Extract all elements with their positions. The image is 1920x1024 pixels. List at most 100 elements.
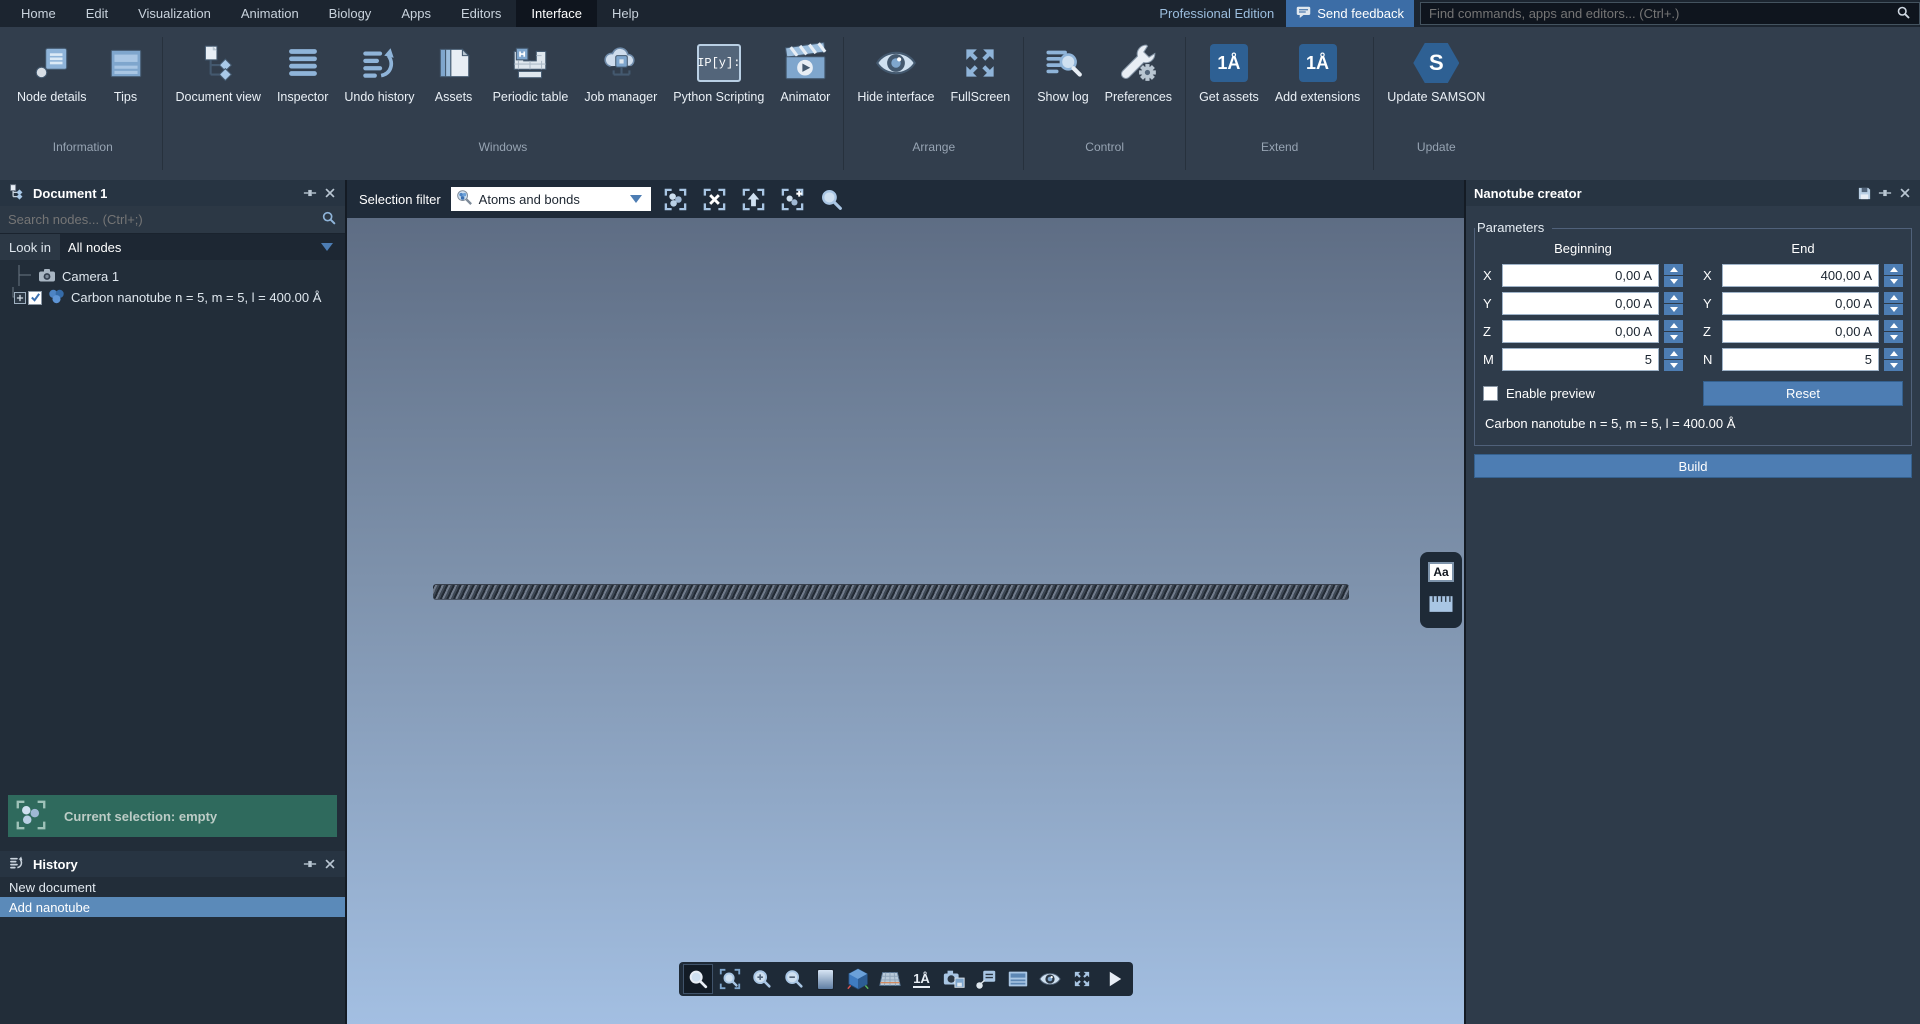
close-icon[interactable]: [323, 186, 337, 200]
spin-down-icon[interactable]: [1884, 360, 1903, 371]
spin-down-icon[interactable]: [1884, 304, 1903, 315]
carbon-nanotube-model[interactable]: [433, 584, 1349, 600]
menu-home[interactable]: Home: [6, 0, 71, 27]
spin-down-icon[interactable]: [1664, 304, 1683, 315]
begin-z-field[interactable]: [1502, 320, 1659, 343]
menu-help[interactable]: Help: [597, 0, 654, 27]
grid-plane-button[interactable]: [875, 964, 905, 994]
spin-up-icon[interactable]: [1664, 264, 1683, 275]
m-field[interactable]: [1502, 348, 1659, 371]
begin-y-field[interactable]: [1502, 292, 1659, 315]
history-item-add-nanotube[interactable]: Add nanotube: [0, 897, 345, 917]
find-button[interactable]: [817, 185, 846, 214]
python-scripting-button[interactable]: IP[y]: Python Scripting: [666, 39, 771, 106]
get-assets-button[interactable]: 1Å Get assets: [1192, 39, 1266, 106]
select-all-button[interactable]: [661, 185, 690, 214]
n-field[interactable]: [1722, 348, 1879, 371]
spin-up-icon[interactable]: [1664, 320, 1683, 331]
reset-button[interactable]: Reset: [1703, 381, 1903, 406]
document-view-button[interactable]: Document view: [169, 39, 268, 106]
viewport-canvas[interactable]: Aa 1Å: [347, 218, 1464, 1024]
spin-down-icon[interactable]: [1884, 332, 1903, 343]
look-in-dropdown[interactable]: All nodes: [60, 234, 345, 260]
spinner[interactable]: [1884, 292, 1903, 315]
spin-up-icon[interactable]: [1884, 264, 1903, 275]
pin-icon[interactable]: [1878, 186, 1892, 201]
pin-icon[interactable]: [303, 186, 317, 200]
spin-down-icon[interactable]: [1664, 276, 1683, 287]
visibility-checkbox[interactable]: [28, 291, 42, 305]
pin-icon[interactable]: [303, 857, 317, 871]
hide-interface-button[interactable]: Hide interface: [850, 39, 941, 106]
region-zoom-button[interactable]: [715, 964, 745, 994]
spin-up-icon[interactable]: [1884, 292, 1903, 303]
build-button[interactable]: Build: [1474, 454, 1912, 478]
menu-visualization[interactable]: Visualization: [123, 0, 226, 27]
node-details-button[interactable]: Node details: [10, 39, 94, 106]
node-label-button[interactable]: [971, 964, 1001, 994]
zoom-tool-button[interactable]: [683, 964, 713, 994]
expand-icon[interactable]: [14, 292, 26, 304]
expand-selection-button[interactable]: [778, 185, 807, 214]
spin-down-icon[interactable]: [1664, 332, 1683, 343]
menu-editors[interactable]: Editors: [446, 0, 516, 27]
background-button[interactable]: [811, 964, 841, 994]
spin-up-icon[interactable]: [1664, 348, 1683, 359]
end-y-field[interactable]: [1722, 292, 1879, 315]
spin-up-icon[interactable]: [1884, 320, 1903, 331]
zoom-in-button[interactable]: [747, 964, 777, 994]
selection-filter-dropdown[interactable]: Atoms and bonds: [451, 187, 651, 211]
orientation-cube-button[interactable]: [843, 964, 873, 994]
inspector-button[interactable]: Inspector: [270, 39, 335, 106]
save-icon[interactable]: [1857, 186, 1872, 201]
add-extensions-button[interactable]: 1Å Add extensions: [1268, 39, 1367, 106]
enable-preview-checkbox[interactable]: [1483, 386, 1498, 401]
node-search-input[interactable]: [8, 212, 321, 227]
send-feedback-button[interactable]: Send feedback: [1286, 0, 1414, 27]
animator-button[interactable]: Animator: [773, 39, 837, 106]
presenter-button[interactable]: [1003, 964, 1033, 994]
begin-x-field[interactable]: [1502, 264, 1659, 287]
spinner[interactable]: [1664, 292, 1683, 315]
update-samson-button[interactable]: S Update SAMSON: [1380, 39, 1492, 106]
command-search-box[interactable]: [1420, 2, 1920, 25]
menu-edit[interactable]: Edit: [71, 0, 123, 27]
labels-button[interactable]: Aa: [1428, 562, 1454, 582]
spinner[interactable]: [1884, 320, 1903, 343]
fullscreen-view-button[interactable]: [1067, 964, 1097, 994]
periodic-table-button[interactable]: Periodic table: [486, 39, 576, 106]
end-x-field[interactable]: [1722, 264, 1879, 287]
select-parent-button[interactable]: [739, 185, 768, 214]
units-button[interactable]: 1Å: [907, 964, 937, 994]
ruler-button[interactable]: [1428, 592, 1454, 618]
tips-button[interactable]: Tips: [96, 39, 156, 106]
spin-down-icon[interactable]: [1884, 276, 1903, 287]
spin-up-icon[interactable]: [1664, 292, 1683, 303]
preferences-button[interactable]: Preferences: [1098, 39, 1179, 106]
spin-up-icon[interactable]: [1884, 348, 1903, 359]
tree-row-camera[interactable]: Camera 1: [0, 266, 345, 287]
spinner[interactable]: [1884, 348, 1903, 371]
assets-button[interactable]: Assets: [424, 39, 484, 106]
tree-row-nanotube[interactable]: Carbon nanotube n = 5, m = 5, l = 400.00…: [0, 287, 345, 308]
menu-apps[interactable]: Apps: [386, 0, 446, 27]
command-search-input[interactable]: [1429, 6, 1869, 21]
show-log-button[interactable]: Show log: [1030, 39, 1095, 106]
spinner[interactable]: [1664, 264, 1683, 287]
visibility-button[interactable]: [1035, 964, 1065, 994]
spinner[interactable]: [1664, 320, 1683, 343]
spinner[interactable]: [1664, 348, 1683, 371]
play-button[interactable]: [1099, 964, 1129, 994]
zoom-out-button[interactable]: [779, 964, 809, 994]
job-manager-button[interactable]: Job manager: [577, 39, 664, 106]
close-icon[interactable]: [323, 857, 337, 871]
spinner[interactable]: [1884, 264, 1903, 287]
menu-biology[interactable]: Biology: [314, 0, 387, 27]
close-icon[interactable]: [1898, 186, 1912, 201]
end-z-field[interactable]: [1722, 320, 1879, 343]
node-search-box[interactable]: [0, 206, 345, 234]
snapshot-button[interactable]: [939, 964, 969, 994]
undo-history-button[interactable]: Undo history: [337, 39, 421, 106]
deselect-all-button[interactable]: [700, 185, 729, 214]
menu-interface[interactable]: Interface: [516, 0, 597, 27]
